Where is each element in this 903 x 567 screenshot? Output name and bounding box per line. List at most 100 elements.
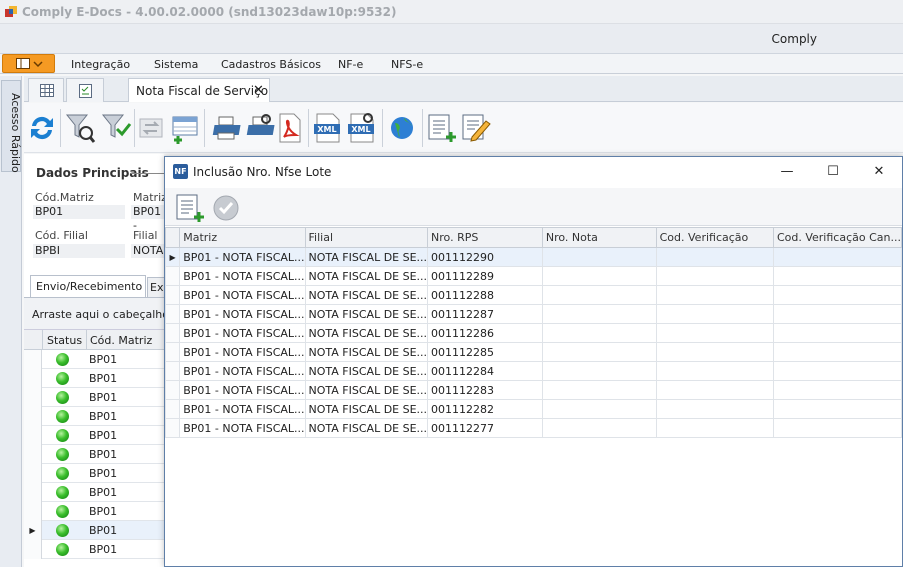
- tab-envio-recebimento[interactable]: Envio/Recebimento: [30, 275, 146, 297]
- cell-matriz[interactable]: BP01 - NOTA FISCAL...: [179, 418, 306, 438]
- row-indicator[interactable]: [24, 350, 42, 369]
- cell-nro-nota[interactable]: [541, 380, 657, 400]
- table-row[interactable]: BP01 - NOTA FISCAL... NOTA FISCAL DE SE..…: [164, 266, 903, 286]
- cell-matriz[interactable]: BP01 - NOTA FISCAL...: [179, 304, 306, 324]
- cell-cod-verificacao-canc[interactable]: [772, 323, 903, 343]
- disabled-sync-icon[interactable]: [136, 111, 168, 145]
- matriz-field[interactable]: BP01 -: [131, 205, 164, 232]
- cell-nro-nota[interactable]: [541, 323, 657, 343]
- cell-filial[interactable]: NOTA FISCAL DE SE...: [304, 285, 429, 305]
- add-list-icon[interactable]: [175, 192, 207, 224]
- cell-filial[interactable]: NOTA FISCAL DE SE...: [304, 304, 429, 324]
- row-indicator[interactable]: [164, 361, 181, 381]
- cell-nro-nota[interactable]: [541, 399, 657, 419]
- cell-nro-rps[interactable]: 001112282: [427, 399, 543, 419]
- cell-filial[interactable]: NOTA FISCAL DE SE...: [304, 361, 429, 381]
- menu-nfe[interactable]: NF-e: [338, 58, 363, 71]
- column-header-cod-verificacao-canc[interactable]: Cod. Verificação Can...: [772, 227, 903, 248]
- cell-nro-nota[interactable]: [541, 266, 657, 286]
- cell-filial[interactable]: NOTA FISCAL DE SE...: [304, 380, 429, 400]
- row-indicator[interactable]: [164, 323, 181, 343]
- quick-access-tab[interactable]: Acesso Rápido: [1, 80, 22, 173]
- menu-nfse[interactable]: NFS-e: [391, 58, 423, 71]
- cell-matriz[interactable]: BP01 - NOTA FISCAL...: [179, 285, 306, 305]
- list-item[interactable]: BP01: [24, 502, 164, 521]
- cell-nro-nota[interactable]: [541, 342, 657, 362]
- maximize-button[interactable]: ☐: [810, 157, 856, 187]
- row-indicator[interactable]: [164, 285, 181, 305]
- column-header-matriz[interactable]: Matriz: [179, 227, 306, 248]
- cell-matriz[interactable]: BP01 - NOTA FISCAL...: [179, 323, 306, 343]
- cell-filial[interactable]: NOTA FISCAL DE SE...: [304, 399, 429, 419]
- tab-close-icon[interactable]: ✕: [253, 83, 264, 98]
- cell-filial[interactable]: NOTA FISCAL DE SE...: [304, 418, 429, 438]
- column-header-status[interactable]: Status: [47, 334, 82, 347]
- cell-matriz[interactable]: BP01 - NOTA FISCAL...: [179, 342, 306, 362]
- cell-nro-nota[interactable]: [541, 304, 657, 324]
- row-indicator[interactable]: [164, 380, 181, 400]
- cell-nro-nota[interactable]: [541, 361, 657, 381]
- column-header-filial[interactable]: Filial: [304, 227, 429, 248]
- cell-filial[interactable]: NOTA FISCAL DE SE...: [304, 247, 429, 267]
- cell-nro-nota[interactable]: [541, 418, 657, 438]
- app-menu-button[interactable]: [2, 54, 55, 73]
- add-grid-icon[interactable]: [170, 111, 202, 145]
- row-indicator[interactable]: [24, 502, 42, 521]
- cell-cod-verificacao-canc[interactable]: [772, 361, 903, 381]
- cell-cod-verificacao-canc[interactable]: [772, 285, 903, 305]
- cell-cod-verificacao[interactable]: [655, 418, 774, 438]
- list-item[interactable]: BP01: [24, 445, 164, 464]
- cell-filial[interactable]: NOTA FISCAL DE SE...: [304, 266, 429, 286]
- table-row[interactable]: BP01 - NOTA FISCAL... NOTA FISCAL DE SE..…: [164, 418, 903, 438]
- cell-nro-rps[interactable]: 001112289: [427, 266, 543, 286]
- cell-filial[interactable]: NOTA FISCAL DE SE...: [304, 342, 429, 362]
- row-indicator[interactable]: [24, 540, 42, 559]
- cell-cod-verificacao-canc[interactable]: [772, 247, 903, 267]
- list-item[interactable]: BP01: [24, 483, 164, 502]
- cell-nro-rps[interactable]: 001112283: [427, 380, 543, 400]
- table-row[interactable]: BP01 - NOTA FISCAL... NOTA FISCAL DE SE..…: [164, 380, 903, 400]
- cell-cod-verificacao[interactable]: [655, 380, 774, 400]
- clear-filter-icon[interactable]: [100, 111, 132, 145]
- cell-nro-rps[interactable]: 001112277: [427, 418, 543, 438]
- row-indicator[interactable]: [24, 426, 42, 445]
- cell-cod-verificacao[interactable]: [655, 323, 774, 343]
- row-indicator[interactable]: ▶: [24, 521, 42, 540]
- menu-integracao[interactable]: Integração: [71, 58, 130, 71]
- cell-cod-verificacao-canc[interactable]: [772, 399, 903, 419]
- table-row[interactable]: BP01 - NOTA FISCAL... NOTA FISCAL DE SE..…: [164, 323, 903, 343]
- row-indicator[interactable]: [24, 407, 42, 426]
- cell-cod-verificacao[interactable]: [655, 342, 774, 362]
- row-indicator[interactable]: [24, 388, 42, 407]
- cell-nro-rps[interactable]: 001112288: [427, 285, 543, 305]
- table-row[interactable]: BP01 - NOTA FISCAL... NOTA FISCAL DE SE..…: [164, 342, 903, 362]
- tab-nota-fiscal-servico[interactable]: Nota Fiscal de Serviço ✕: [128, 78, 270, 102]
- cell-nro-rps[interactable]: 001112284: [427, 361, 543, 381]
- row-indicator[interactable]: [164, 399, 181, 419]
- cell-cod-verificacao-canc[interactable]: [772, 304, 903, 324]
- cell-cod-verificacao[interactable]: [655, 247, 774, 267]
- xml-search-icon[interactable]: XML: [346, 111, 378, 145]
- list-item[interactable]: BP01: [24, 350, 164, 369]
- list-item[interactable]: ▶ BP01: [24, 521, 164, 540]
- filter-icon[interactable]: [64, 111, 96, 145]
- table-row[interactable]: BP01 - NOTA FISCAL... NOTA FISCAL DE SE..…: [164, 361, 903, 381]
- cell-nro-rps[interactable]: 001112285: [427, 342, 543, 362]
- row-indicator[interactable]: [164, 266, 181, 286]
- pdf-icon[interactable]: [274, 111, 306, 145]
- filial-field[interactable]: NOTA: [131, 244, 164, 258]
- table-row[interactable]: BP01 - NOTA FISCAL... NOTA FISCAL DE SE..…: [164, 399, 903, 419]
- cell-cod-verificacao-canc[interactable]: [772, 418, 903, 438]
- cell-cod-verificacao[interactable]: [655, 285, 774, 305]
- row-indicator[interactable]: [164, 304, 181, 324]
- tab-grid-view[interactable]: [28, 78, 64, 102]
- cell-nro-rps[interactable]: 001112286: [427, 323, 543, 343]
- cell-nro-nota[interactable]: [541, 247, 657, 267]
- list-item[interactable]: BP01: [24, 540, 164, 559]
- row-indicator[interactable]: [164, 418, 181, 438]
- cell-cod-verificacao[interactable]: [655, 266, 774, 286]
- column-header-cod-matriz[interactable]: Cód. Matriz: [90, 334, 152, 347]
- group-by-hint[interactable]: Arraste aqui o cabeçalho de: [24, 297, 186, 329]
- globe-icon[interactable]: [386, 111, 418, 145]
- print-icon[interactable]: [210, 111, 242, 145]
